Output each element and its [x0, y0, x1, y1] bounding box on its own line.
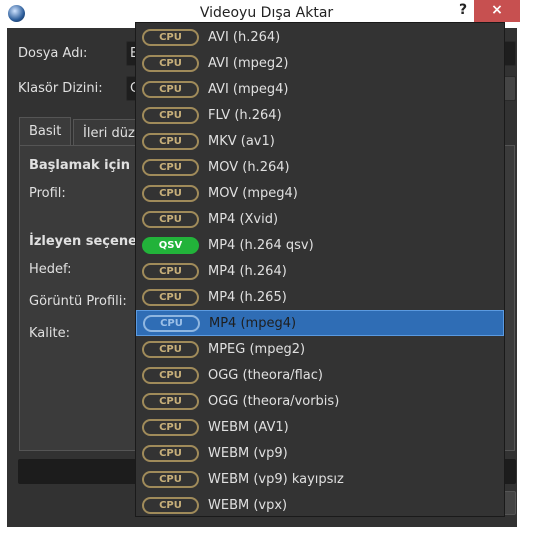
- dropdown-item[interactable]: CPU MP4 (h.265): [136, 284, 504, 310]
- dropdown-item[interactable]: CPU AVI (mpeg4): [136, 76, 504, 102]
- encoder-badge: CPU: [142, 210, 199, 228]
- dropdown-item-label: MOV (mpeg4): [208, 185, 298, 201]
- encoder-badge: CPU: [142, 470, 199, 488]
- profile-label: Profil:: [29, 186, 66, 201]
- dropdown-item-label: AVI (mpeg2): [208, 55, 289, 71]
- folder-label: Klasör Dizini:: [18, 81, 103, 96]
- encoder-badge: CPU: [142, 106, 199, 124]
- file-name-label: Dosya Adı:: [18, 46, 88, 61]
- encoder-badge: CPU: [142, 28, 199, 46]
- dropdown-item-label: WEBM (vpx): [208, 497, 288, 513]
- dropdown-item[interactable]: CPU MOV (h.264): [136, 154, 504, 180]
- dropdown-item-label: WEBM (vp9): [208, 445, 288, 461]
- help-button[interactable]: ?: [459, 2, 467, 18]
- dropdown-item-label: WEBM (vp9) kayıpsız: [208, 471, 344, 487]
- dropdown-item-label: AVI (h.264): [208, 29, 281, 45]
- dropdown-item-label: OGG (theora/flac): [208, 367, 323, 383]
- encoder-badge: CPU: [142, 418, 199, 436]
- quality-label: Kalite:: [29, 326, 70, 341]
- dropdown-item-label: MOV (h.264): [208, 159, 290, 175]
- dropdown-item-label: OGG (theora/vorbis): [208, 393, 340, 409]
- tab-basic[interactable]: Basit: [19, 117, 72, 146]
- dropdown-item[interactable]: CPU MKV (av1): [136, 128, 504, 154]
- dropdown-item-label: MP4 (h.265): [208, 289, 287, 305]
- dropdown-item-label: MP4 (Xvid): [208, 211, 279, 227]
- dropdown-item[interactable]: CPU MP4 (mpeg4): [136, 310, 504, 336]
- dropdown-item[interactable]: QSV MP4 (h.264 qsv): [136, 232, 504, 258]
- encoder-badge: CPU: [142, 340, 199, 358]
- dropdown-item[interactable]: CPU FLV (h.264): [136, 102, 504, 128]
- dropdown-item[interactable]: CPU MP4 (h.264): [136, 258, 504, 284]
- dropdown-item[interactable]: CPU MOV (mpeg4): [136, 180, 504, 206]
- section-heading-start: Başlamak için b: [29, 158, 144, 173]
- encoder-badge: CPU: [142, 184, 199, 202]
- dropdown-item-label: MP4 (mpeg4): [209, 315, 297, 331]
- encoder-badge: CPU: [142, 80, 199, 98]
- encoder-badge: QSV: [142, 236, 199, 254]
- encoder-badge: CPU: [142, 496, 199, 514]
- dropdown-item[interactable]: CPU AVI (mpeg2): [136, 50, 504, 76]
- profile-dropdown-list[interactable]: CPU AVI (h.264) CPU AVI (mpeg2) CPU AVI (mpeg…: [135, 22, 505, 517]
- window-title: Videoyu Dışa Aktar: [199, 5, 334, 21]
- dropdown-item-label: MP4 (h.264): [208, 263, 287, 279]
- encoder-badge: CPU: [143, 314, 200, 332]
- target-label: Hedef:: [29, 262, 72, 277]
- video-profile-label: Görüntü Profili:: [29, 294, 127, 309]
- dropdown-item-label: MP4 (h.264 qsv): [208, 237, 314, 253]
- dropdown-item[interactable]: CPU AVI (h.264): [136, 24, 504, 50]
- dropdown-item-label: WEBM (AV1): [208, 419, 289, 435]
- encoder-badge: CPU: [142, 158, 199, 176]
- encoder-badge: CPU: [142, 392, 199, 410]
- dropdown-item[interactable]: CPU WEBM (vp9) kayıpsız: [136, 466, 504, 492]
- close-button[interactable]: ×: [474, 0, 520, 22]
- dropdown-item-label: FLV (h.264): [208, 107, 282, 123]
- encoder-badge: CPU: [142, 288, 199, 306]
- encoder-badge: CPU: [142, 444, 199, 462]
- encoder-badge: CPU: [142, 366, 199, 384]
- dropdown-item-label: MPEG (mpeg2): [208, 341, 306, 357]
- dropdown-item[interactable]: CPU OGG (theora/flac): [136, 362, 504, 388]
- dropdown-item[interactable]: CPU OGG (theora/vorbis): [136, 388, 504, 414]
- section-heading-options: İzleyen seçene: [29, 234, 137, 249]
- encoder-badge: CPU: [142, 132, 199, 150]
- encoder-badge: CPU: [142, 54, 199, 72]
- dropdown-item[interactable]: CPU MP4 (Xvid): [136, 206, 504, 232]
- dropdown-item-label: AVI (mpeg4): [208, 81, 289, 97]
- encoder-badge: CPU: [142, 262, 199, 280]
- dropdown-item[interactable]: CPU WEBM (AV1): [136, 414, 504, 440]
- dropdown-item-label: MKV (av1): [208, 133, 275, 149]
- dropdown-item[interactable]: CPU WEBM (vp9): [136, 440, 504, 466]
- dropdown-item[interactable]: CPU MPEG (mpeg2): [136, 336, 504, 362]
- dropdown-item[interactable]: CPU WEBM (vpx): [136, 492, 504, 518]
